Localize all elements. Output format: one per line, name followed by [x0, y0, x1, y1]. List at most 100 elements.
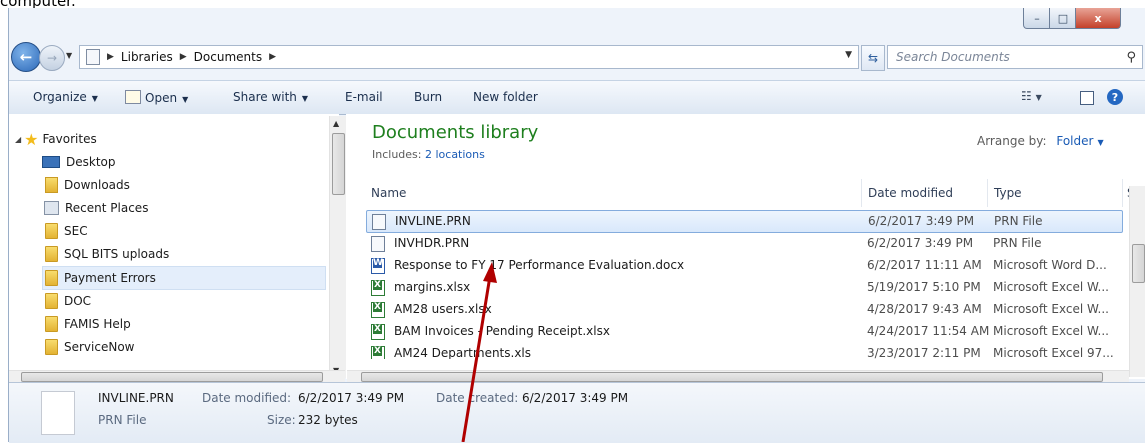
- folder-icon: [45, 270, 58, 286]
- file-list-vertical-scrollbar[interactable]: [1129, 186, 1145, 377]
- file-row[interactable]: margins.xlsx 5/19/2017 5:10 PM Microsoft…: [366, 277, 1121, 298]
- open-icon: [125, 90, 141, 104]
- file-date-modified: 4/24/2017 11:54 AM: [867, 324, 990, 338]
- scrollbar-thumb[interactable]: [332, 133, 345, 195]
- refresh-button[interactable]: ⇆: [861, 45, 885, 71]
- folder-icon: [45, 246, 58, 262]
- excel-file-icon: [371, 346, 385, 359]
- file-row[interactable]: AM28 users.xlsx 4/28/2017 9:43 AM Micros…: [366, 299, 1121, 320]
- excel-file-icon: [371, 280, 385, 296]
- nav-item-downloads[interactable]: Downloads: [45, 174, 363, 196]
- organize-button[interactable]: Organize ▼: [33, 90, 98, 104]
- breadcrumb-separator-icon[interactable]: ▶: [180, 52, 187, 62]
- change-view-button[interactable]: ☷ ▼: [1021, 89, 1042, 103]
- scrollbar-thumb[interactable]: [361, 372, 1103, 382]
- excel-file-icon: [371, 324, 385, 340]
- file-row[interactable]: AM24 Departments.xls 3/23/2017 2:11 PM M…: [366, 343, 1121, 359]
- minimize-button[interactable]: –: [1023, 8, 1051, 29]
- size-value: 232 bytes: [298, 413, 358, 427]
- column-header-type[interactable]: Type: [994, 186, 1022, 200]
- favorites-header[interactable]: ◢ ★ Favorites: [15, 128, 333, 150]
- file-row[interactable]: INVHDR.PRN 6/2/2017 3:49 PM PRN File: [366, 233, 1121, 254]
- file-name: AM24 Departments.xls: [394, 346, 532, 359]
- breadcrumb-separator-icon[interactable]: ▶: [107, 52, 114, 62]
- nav-item-sec[interactable]: SEC: [45, 220, 363, 242]
- column-divider[interactable]: [1122, 179, 1123, 207]
- details-pane: INVLINE.PRN Date modified: 6/2/2017 3:49…: [9, 382, 1145, 443]
- nav-item-label: FAMIS Help: [64, 317, 131, 331]
- share-with-button[interactable]: Share with ▼: [233, 90, 308, 104]
- nav-item-doc[interactable]: DOC: [45, 290, 363, 312]
- file-date-modified: 5/19/2017 5:10 PM: [867, 280, 981, 294]
- file-type: PRN File: [993, 236, 1042, 250]
- scroll-up-icon[interactable]: ▲: [333, 119, 339, 128]
- nav-item-recent-places[interactable]: Recent Places: [44, 197, 362, 219]
- open-button[interactable]: Open ▼: [125, 90, 188, 105]
- breadcrumb-libraries[interactable]: Libraries: [121, 50, 173, 64]
- address-bar[interactable]: ▶ Libraries ▶ Documents ▶ ▼: [79, 45, 859, 69]
- navigation-bar: ← → ▼ ▶ Libraries ▶ Documents ▶ ▼ ⇆ Sear…: [9, 42, 1145, 72]
- file-type: Microsoft Word D...: [993, 258, 1107, 272]
- nav-item-label: ServiceNow: [64, 340, 135, 354]
- email-button[interactable]: E-mail: [345, 90, 383, 104]
- file-type: Microsoft Excel 97...: [993, 346, 1114, 359]
- nav-item-desktop[interactable]: Desktop: [42, 151, 360, 173]
- prn-file-icon: [371, 236, 385, 252]
- navigation-pane-scrollbar[interactable]: ▲ ▼: [329, 116, 346, 378]
- column-divider[interactable]: [861, 179, 862, 207]
- nav-item-label: SQL BITS uploads: [64, 247, 170, 261]
- excel-file-icon: [371, 302, 385, 318]
- includes-label: Includes:: [372, 148, 422, 161]
- prn-file-icon: [372, 214, 386, 230]
- file-date-modified: 6/2/2017 3:49 PM: [868, 214, 975, 228]
- file-type: PRN File: [994, 214, 1043, 228]
- close-button[interactable]: x: [1075, 8, 1121, 29]
- file-name: BAM Invoices - Pending Receipt.xlsx: [394, 324, 610, 338]
- forward-button[interactable]: →: [39, 45, 65, 71]
- column-divider[interactable]: [987, 179, 988, 207]
- file-date-modified: 3/23/2017 2:11 PM: [867, 346, 981, 359]
- scrollbar-thumb[interactable]: [1132, 244, 1145, 283]
- address-dropdown-icon[interactable]: ▼: [845, 50, 852, 60]
- prn-file-large-icon: [41, 391, 75, 435]
- star-icon: ★: [24, 129, 39, 149]
- chevron-down-icon[interactable]: ▼: [1097, 138, 1103, 147]
- back-button[interactable]: ←: [11, 42, 41, 72]
- file-name: AM28 users.xlsx: [394, 302, 492, 316]
- preview-pane-button[interactable]: [1080, 91, 1094, 105]
- folder-icon: [45, 293, 58, 309]
- nav-item-famis-help[interactable]: FAMIS Help: [45, 313, 363, 335]
- chevron-down-icon: ▼: [301, 94, 309, 103]
- column-header-name[interactable]: Name: [371, 186, 406, 200]
- recent-places-icon: [44, 201, 59, 215]
- locations-link[interactable]: 2 locations: [425, 148, 485, 161]
- nav-item-servicenow[interactable]: ServiceNow: [45, 336, 363, 358]
- file-row[interactable]: INVLINE.PRN 6/2/2017 3:49 PM PRN File: [366, 210, 1123, 233]
- file-type: Microsoft Excel W...: [993, 302, 1109, 316]
- breadcrumb-documents[interactable]: Documents: [194, 50, 262, 64]
- organize-label: Organize: [33, 90, 87, 104]
- file-date-modified: 4/28/2017 9:43 AM: [867, 302, 982, 316]
- nav-item-sql-bits-uploads[interactable]: SQL BITS uploads: [45, 243, 363, 265]
- search-input[interactable]: Search Documents ⚲: [887, 45, 1143, 69]
- maximize-button[interactable]: □: [1049, 8, 1077, 29]
- nav-item-label: Payment Errors: [64, 271, 156, 285]
- date-modified-value: 6/2/2017 3:49 PM: [298, 391, 405, 405]
- arrange-by-dropdown[interactable]: Folder: [1056, 134, 1093, 148]
- search-icon[interactable]: ⚲: [1126, 50, 1136, 65]
- file-row[interactable]: BAM Invoices - Pending Receipt.xlsx 4/24…: [366, 321, 1121, 342]
- favorites-label: Favorites: [42, 132, 97, 146]
- breadcrumb-separator-icon[interactable]: ▶: [269, 52, 276, 62]
- nav-item-payment-errors[interactable]: Payment Errors: [42, 266, 326, 290]
- file-name: margins.xlsx: [394, 280, 471, 294]
- recent-pages-chevron-icon[interactable]: ▼: [66, 51, 72, 60]
- scrollbar-thumb[interactable]: [21, 372, 323, 382]
- new-folder-button[interactable]: New folder: [473, 90, 538, 104]
- help-button[interactable]: ?: [1107, 89, 1123, 105]
- column-header-date-modified[interactable]: Date modified: [868, 186, 953, 200]
- burn-button[interactable]: Burn: [414, 90, 442, 104]
- desktop-icon: [42, 156, 60, 168]
- collapse-icon[interactable]: ◢: [15, 135, 21, 144]
- explorer-window: – □ x ← → ▼ ▶ Libraries ▶ Documents ▶ ▼ …: [8, 8, 1145, 443]
- file-row[interactable]: Response to FY 17 Performance Evaluation…: [366, 255, 1121, 276]
